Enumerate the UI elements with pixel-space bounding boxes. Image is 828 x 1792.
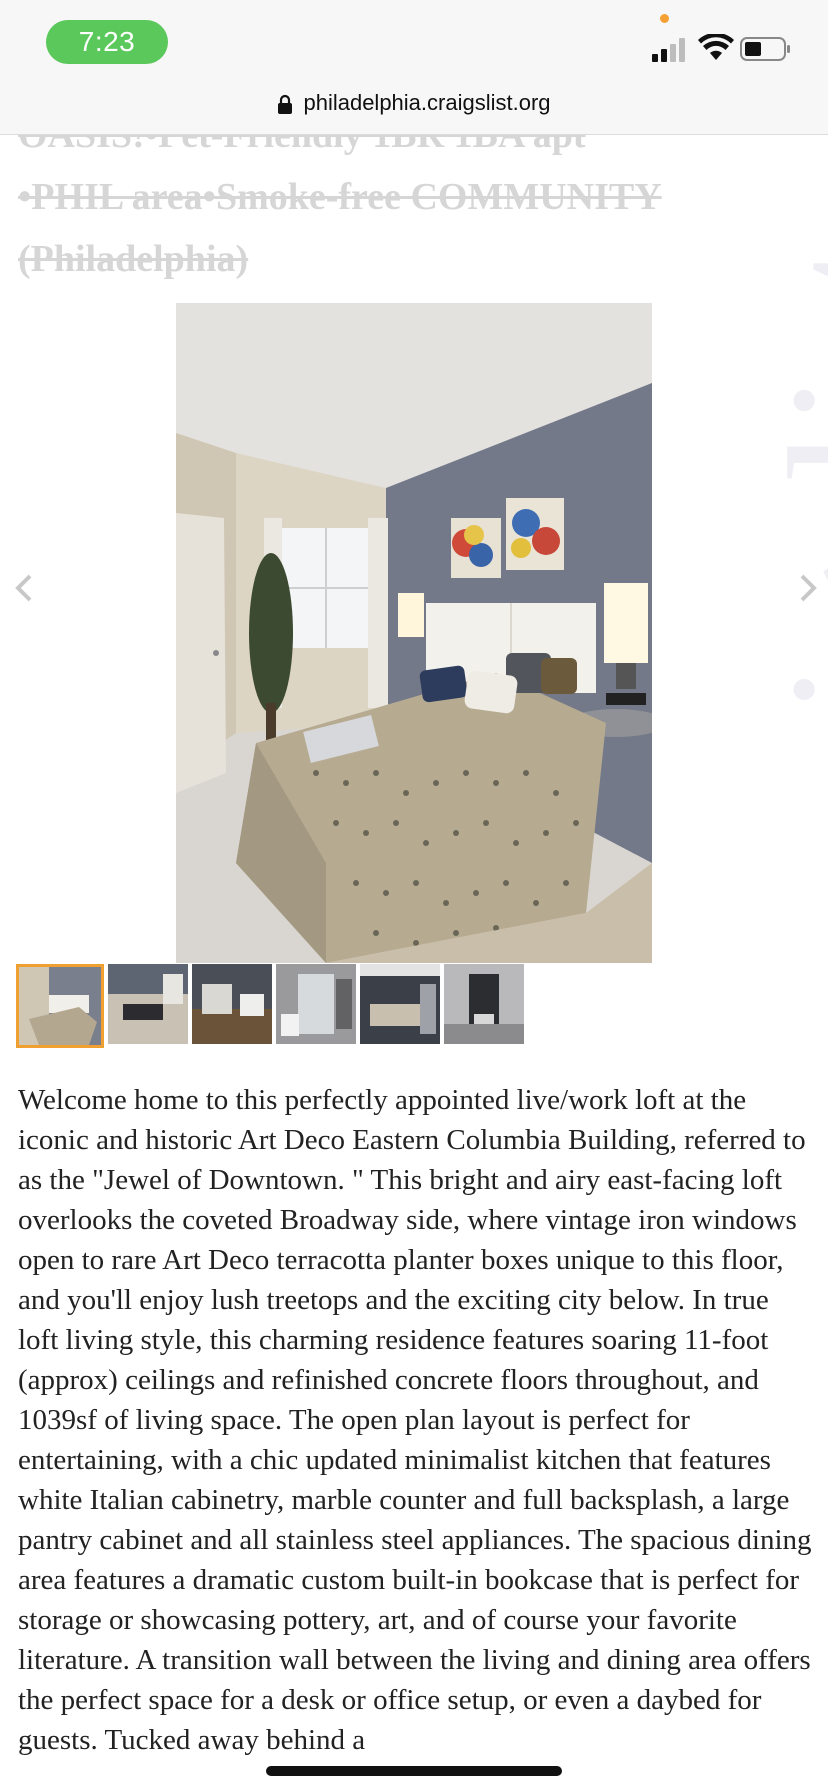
title-line-2: •PHIL area•Smoke-free COMMUNITY: [18, 176, 662, 218]
thumbnail-2[interactable]: [108, 964, 188, 1044]
thumbnail-5[interactable]: [360, 964, 440, 1044]
thumbnail-6[interactable]: [444, 964, 524, 1044]
previous-image-arrow[interactable]: [12, 572, 36, 604]
address-bar[interactable]: philadelphia.craigslist.org: [0, 86, 828, 120]
thumbnail-4[interactable]: [276, 964, 356, 1044]
thumbnail-1[interactable]: [16, 964, 104, 1048]
listing-title: OASIS!•Pet-Friendly 1BR 1BA apt •PHIL ar…: [18, 108, 808, 290]
wifi-icon: [698, 34, 734, 60]
browser-top-bar: 7:23 philadelphia.craigslist.org: [0, 0, 828, 135]
cellular-signal-icon: [652, 36, 690, 62]
thumbnail-strip: [16, 964, 524, 1048]
next-image-arrow[interactable]: [796, 572, 820, 604]
home-indicator[interactable]: [266, 1766, 562, 1776]
thumbnail-3[interactable]: [192, 964, 272, 1044]
title-line-3: (Philadelphia): [18, 238, 249, 280]
battery-icon: [740, 37, 790, 61]
url-domain: philadelphia.craigslist.org: [303, 90, 551, 115]
listing-description: Welcome home to this perfectly appointed…: [18, 1084, 812, 1756]
lock-icon: [278, 94, 293, 114]
status-time[interactable]: 7:23: [46, 20, 168, 64]
privacy-indicator-dot: [660, 14, 669, 23]
main-listing-photo[interactable]: [176, 303, 652, 963]
